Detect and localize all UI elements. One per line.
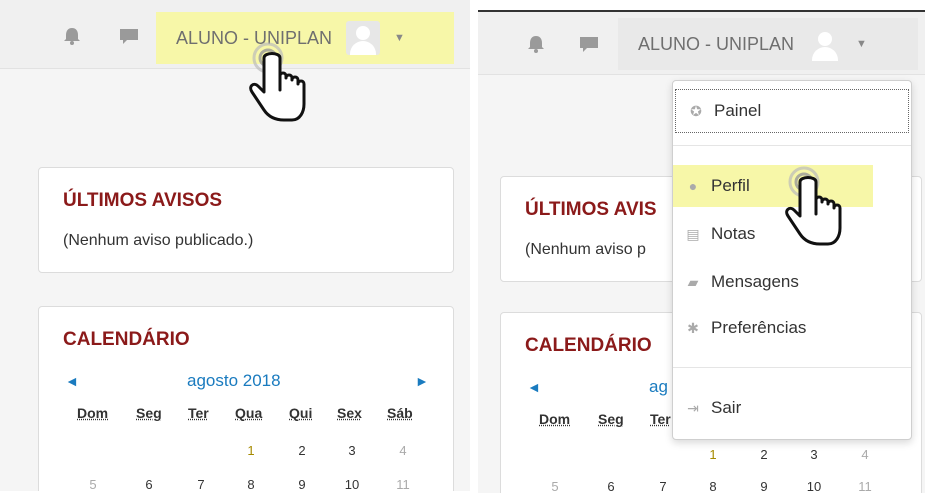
menu-item-label: Perfil xyxy=(711,176,750,195)
avisos-text: (Nenhum aviso publicado.) xyxy=(63,232,254,249)
weekday-qui: Qui xyxy=(289,405,313,421)
calendar-prev-button[interactable]: ◄ xyxy=(527,379,541,395)
avatar xyxy=(346,21,381,55)
avisos-title: ÚLTIMOS AVISOS xyxy=(63,190,223,211)
top-navbar: ALUNO - UNIPLAN ▼ xyxy=(478,12,925,75)
panel-divider xyxy=(470,0,478,491)
calendar-day[interactable]: 7 xyxy=(191,477,211,491)
weekday-dom: Dom xyxy=(539,411,571,427)
calendar-day[interactable]: 4 xyxy=(855,447,875,462)
user-menu-toggle[interactable]: ALUNO - UNIPLAN ▼ xyxy=(618,18,918,70)
calendar-month-link[interactable]: ag xyxy=(649,377,668,397)
avisos-card: ÚLTIMOS AVISOS (Nenhum aviso publicado.) xyxy=(38,167,454,273)
message-icon: ▰ xyxy=(687,273,699,290)
bell-icon[interactable] xyxy=(526,34,546,54)
calendar-day[interactable]: 5 xyxy=(83,477,103,491)
message-icon[interactable] xyxy=(578,35,600,55)
user-name: ALUNO - UNIPLAN xyxy=(638,33,795,54)
weekday-seg: Seg xyxy=(598,411,624,427)
user-dropdown-menu: ✪ Painel ● Perfil ▤ Notas ▰ Mensagens ✱ … xyxy=(672,80,912,440)
hand-pointer-icon xyxy=(785,166,842,246)
calendar-day[interactable]: 2 xyxy=(292,443,312,458)
calendar-title: CALENDÁRIO xyxy=(525,335,652,356)
bell-icon[interactable] xyxy=(62,26,82,46)
calendar-day[interactable]: 10 xyxy=(342,477,362,491)
calendar-day[interactable]: 3 xyxy=(342,443,362,458)
calendar-prev-button[interactable]: ◄ xyxy=(65,373,79,389)
caret-down-icon: ▼ xyxy=(394,32,405,44)
calendar-day[interactable]: 2 xyxy=(754,447,774,462)
left-screenshot-panel: ALUNO - UNIPLAN ▼ ÚLTIMOS AVISOS (Nenhum… xyxy=(0,0,470,491)
menu-item-sair[interactable]: ⇥ Sair xyxy=(673,387,911,429)
calendar-day[interactable]: 8 xyxy=(241,477,261,491)
calendar-day[interactable]: 3 xyxy=(804,447,824,462)
calendar-day[interactable]: 1 xyxy=(241,443,261,458)
grades-table-icon: ▤ xyxy=(686,225,700,242)
user-icon: ● xyxy=(688,178,698,194)
menu-item-label: Sair xyxy=(711,398,742,417)
calendar-card: CALENDÁRIO ◄ agosto 2018 ► Dom Seg Ter Q… xyxy=(38,306,454,491)
calendar-month-link[interactable]: agosto 2018 xyxy=(187,371,281,391)
weekday-seg: Seg xyxy=(136,405,162,421)
gear-icon: ✱ xyxy=(687,319,699,336)
weekday-sab: Sáb xyxy=(387,405,413,421)
menu-item-label: Preferências xyxy=(711,318,807,337)
logout-icon: ⇥ xyxy=(687,399,699,416)
menu-item-preferencias[interactable]: ✱ Preferências xyxy=(673,307,911,349)
calendar-day[interactable]: 9 xyxy=(292,477,312,491)
menu-item-label: Mensagens xyxy=(711,272,799,291)
avisos-title: ÚLTIMOS AVIS xyxy=(525,199,657,220)
menu-item-label: Painel xyxy=(714,101,762,120)
weekday-sex: Sex xyxy=(337,405,362,421)
avisos-text: (Nenhum aviso p xyxy=(525,241,646,258)
calendar-day[interactable]: 1 xyxy=(703,447,723,462)
menu-divider xyxy=(673,367,911,368)
dashboard-icon: ✪ xyxy=(690,102,702,119)
calendar-day[interactable]: 6 xyxy=(139,477,159,491)
message-icon[interactable] xyxy=(118,27,140,47)
weekday-dom: Dom xyxy=(77,405,109,421)
menu-item-mensagens[interactable]: ▰ Mensagens xyxy=(673,261,911,303)
calendar-next-button[interactable]: ► xyxy=(415,373,429,389)
hand-pointer-icon xyxy=(249,42,306,122)
weekday-ter: Ter xyxy=(650,411,671,427)
avatar xyxy=(808,27,843,61)
top-navbar: ALUNO - UNIPLAN ▼ xyxy=(0,0,470,69)
caret-down-icon: ▼ xyxy=(856,38,867,50)
calendar-day[interactable]: 4 xyxy=(393,443,413,458)
menu-item-label: Notas xyxy=(711,224,756,243)
menu-item-painel[interactable]: ✪ Painel xyxy=(675,89,909,133)
weekday-ter: Ter xyxy=(188,405,209,421)
calendar-day[interactable]: 11 xyxy=(393,477,413,491)
weekday-qua: Qua xyxy=(235,405,263,421)
menu-divider xyxy=(673,145,911,146)
calendar-title: CALENDÁRIO xyxy=(63,329,190,350)
